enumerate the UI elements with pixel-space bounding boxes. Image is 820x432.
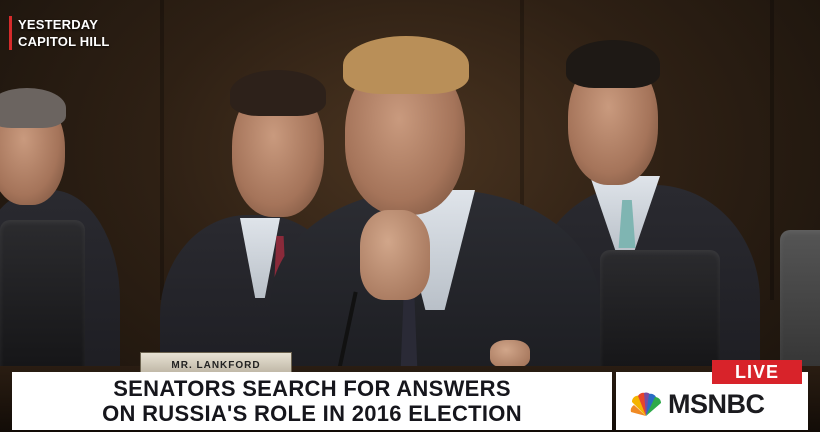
location-bug: YESTERDAY CAPITOL HILL — [9, 16, 109, 50]
network-name: MSNBC — [668, 389, 765, 419]
peacock-icon — [630, 392, 661, 416]
chair — [0, 220, 85, 380]
wall-panel-line — [770, 0, 774, 300]
headline-line-1: SENATORS SEARCH FOR ANSWERS — [113, 376, 511, 401]
headline-banner: SENATORS SEARCH FOR ANSWERS ON RUSSIA'S … — [12, 372, 612, 430]
video-frame: MR. LANKFORD — [0, 0, 820, 432]
bug-line-place: CAPITOL HILL — [18, 34, 110, 49]
chair — [600, 250, 720, 380]
headline-line-2: ON RUSSIA'S ROLE IN 2016 ELECTION — [102, 401, 522, 426]
chair — [780, 230, 820, 380]
wall-panel-line — [160, 0, 164, 300]
live-badge: LIVE — [712, 360, 802, 384]
bug-line-time: YESTERDAY — [18, 17, 99, 32]
